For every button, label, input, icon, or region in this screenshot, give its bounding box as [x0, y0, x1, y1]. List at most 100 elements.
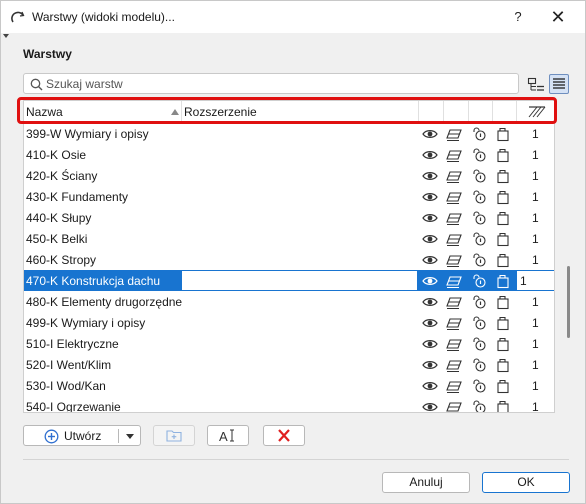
lock-icon[interactable] [471, 168, 487, 184]
table-row[interactable]: 499-K Wymiary i opisy 1 [24, 312, 554, 333]
lock-icon[interactable] [471, 273, 487, 289]
group-icon[interactable] [495, 336, 511, 352]
visibility-eye-icon[interactable] [422, 210, 438, 226]
folder-tree-view-icon[interactable] [527, 75, 545, 93]
pen-weight-value: 1 [532, 232, 539, 246]
table-row[interactable]: 510-I Elektryczne 1 [24, 333, 554, 354]
table-row[interactable]: 540-I Ogrzewanie 1 [24, 396, 554, 412]
wireframe-icon[interactable] [446, 378, 462, 394]
visibility-eye-icon[interactable] [422, 168, 438, 184]
table-row[interactable]: 410-K Osie 1 [24, 144, 554, 165]
table-row[interactable]: 460-K Stropy 1 [24, 249, 554, 270]
group-icon[interactable] [495, 315, 511, 331]
lock-icon[interactable] [471, 126, 487, 142]
lock-icon[interactable] [471, 294, 487, 310]
visibility-eye-icon[interactable] [422, 273, 438, 289]
wireframe-icon[interactable] [446, 273, 462, 289]
lock-icon[interactable] [471, 189, 487, 205]
visibility-eye-icon[interactable] [422, 294, 438, 310]
lock-icon[interactable] [471, 378, 487, 394]
lock-icon[interactable] [471, 252, 487, 268]
pen-weight-value: 1 [532, 295, 539, 309]
cancel-button[interactable]: Anuluj [382, 472, 470, 493]
table-row[interactable]: 450-K Belki 1 [24, 228, 554, 249]
pen-weight-value: 1 [532, 127, 539, 141]
table-row[interactable]: 440-K Słupy 1 [24, 207, 554, 228]
layer-name: 460-K Stropy [26, 253, 97, 267]
visibility-eye-icon[interactable] [422, 357, 438, 373]
wireframe-icon[interactable] [446, 168, 462, 184]
lock-icon[interactable] [471, 315, 487, 331]
group-icon[interactable] [495, 147, 511, 163]
rename-button[interactable]: A [207, 425, 249, 446]
wireframe-icon[interactable] [446, 147, 462, 163]
search-box[interactable] [23, 73, 519, 94]
visibility-eye-icon[interactable] [422, 189, 438, 205]
wireframe-icon[interactable] [446, 336, 462, 352]
pen-weight-value: 1 [532, 190, 539, 204]
wireframe-icon[interactable] [446, 357, 462, 373]
wireframe-icon[interactable] [446, 126, 462, 142]
table-row-selected[interactable]: 470-K Konstrukcja dachu 1 [24, 270, 554, 291]
lock-icon[interactable] [471, 357, 487, 373]
layer-name: 510-I Elektryczne [26, 337, 119, 351]
wireframe-icon[interactable] [446, 189, 462, 205]
visibility-eye-icon[interactable] [422, 315, 438, 331]
group-icon[interactable] [495, 378, 511, 394]
group-icon[interactable] [495, 294, 511, 310]
lock-icon[interactable] [471, 399, 487, 412]
visibility-eye-icon[interactable] [422, 336, 438, 352]
scrollbar[interactable] [567, 266, 570, 338]
lock-icon[interactable] [471, 231, 487, 247]
group-icon[interactable] [495, 399, 511, 412]
delete-x-icon [278, 429, 290, 442]
collapse-arrow-icon[interactable] [3, 34, 9, 38]
group-icon[interactable] [495, 168, 511, 184]
group-icon[interactable] [495, 273, 511, 289]
group-icon[interactable] [495, 126, 511, 142]
table-row[interactable]: 480-K Elementy drugorzędne 1 [24, 291, 554, 312]
table-row[interactable]: 399-W Wymiary i opisy 1 [24, 123, 554, 144]
layers-dialog: Warstwy (widoki modelu)... ? ✕ Warstwy N… [0, 0, 586, 504]
lock-icon[interactable] [471, 210, 487, 226]
wireframe-icon[interactable] [446, 252, 462, 268]
lock-icon[interactable] [471, 336, 487, 352]
visibility-eye-icon[interactable] [422, 252, 438, 268]
group-icon[interactable] [495, 189, 511, 205]
delete-button[interactable] [263, 425, 305, 446]
visibility-eye-icon[interactable] [422, 147, 438, 163]
group-icon[interactable] [495, 210, 511, 226]
wireframe-icon[interactable] [446, 315, 462, 331]
layer-name: 410-K Osie [26, 148, 87, 162]
visibility-eye-icon[interactable] [422, 126, 438, 142]
help-button[interactable]: ? [505, 5, 531, 29]
chevron-down-icon[interactable] [126, 434, 134, 439]
extension-field[interactable] [181, 270, 418, 291]
wireframe-icon[interactable] [446, 210, 462, 226]
visibility-eye-icon[interactable] [422, 231, 438, 247]
group-icon[interactable] [495, 231, 511, 247]
visibility-eye-icon[interactable] [422, 399, 438, 412]
wireframe-icon[interactable] [446, 399, 462, 412]
wireframe-icon[interactable] [446, 231, 462, 247]
lock-icon[interactable] [471, 147, 487, 163]
search-input[interactable] [46, 76, 512, 91]
list-view-button[interactable] [549, 74, 569, 94]
table-row[interactable]: 530-I Wod/Kan 1 [24, 375, 554, 396]
section-label: Warstwy [23, 47, 72, 61]
layer-name: 420-K Ściany [26, 169, 98, 183]
new-folder-button[interactable] [153, 425, 195, 446]
create-button[interactable]: Utwórz [23, 425, 141, 446]
group-icon[interactable] [495, 252, 511, 268]
close-button[interactable]: ✕ [543, 5, 573, 29]
table-row[interactable]: 420-K Ściany 1 [24, 165, 554, 186]
table-row[interactable]: 520-I Went/Klim 1 [24, 354, 554, 375]
app-icon [11, 11, 25, 23]
wireframe-icon[interactable] [446, 294, 462, 310]
pen-weight-value: 1 [532, 358, 539, 372]
ok-button[interactable]: OK [482, 472, 570, 493]
group-icon[interactable] [495, 357, 511, 373]
table-row[interactable]: 430-K Fundamenty 1 [24, 186, 554, 207]
layer-name: 499-K Wymiary i opisy [26, 316, 146, 330]
visibility-eye-icon[interactable] [422, 378, 438, 394]
